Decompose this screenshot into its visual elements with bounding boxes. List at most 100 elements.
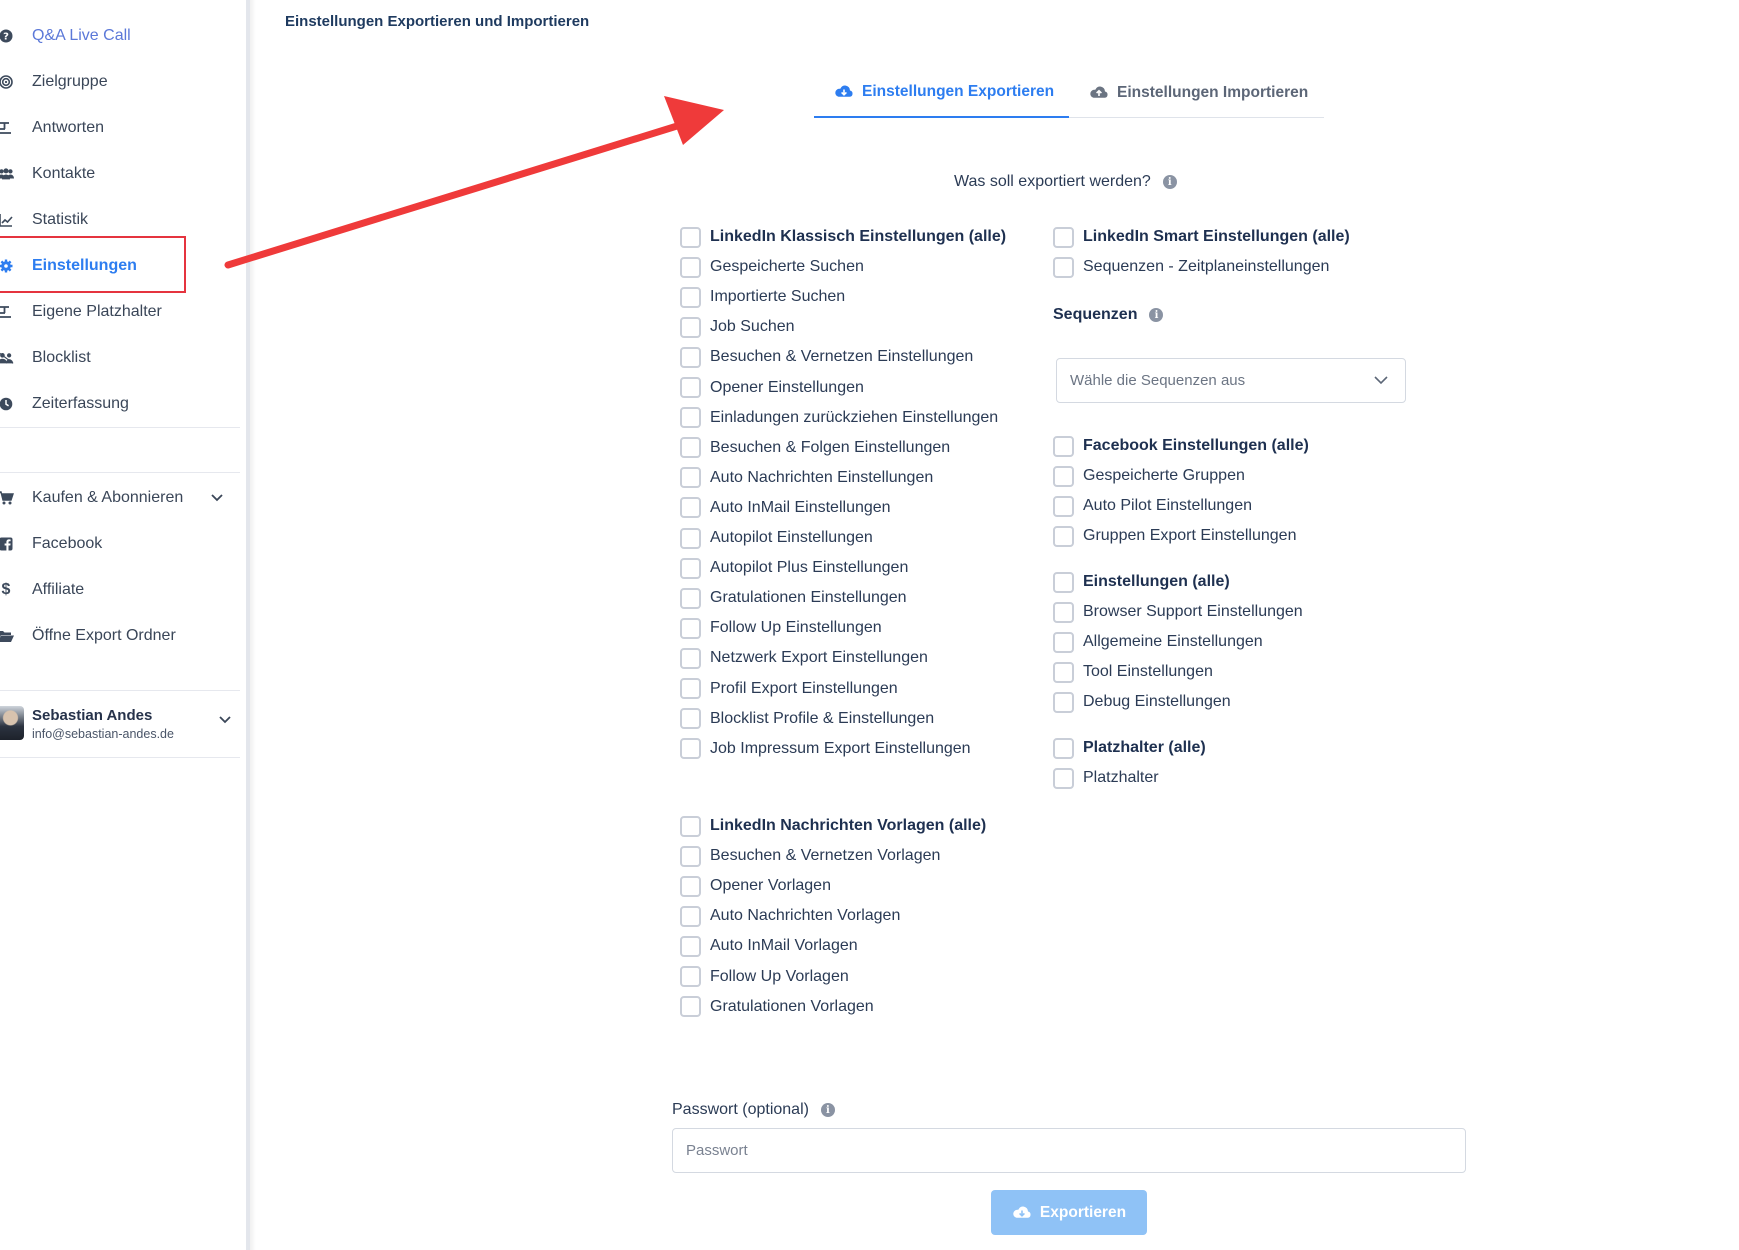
checkbox-row[interactable]: Tool Einstellungen (1053, 659, 1213, 685)
checkbox[interactable] (680, 527, 701, 549)
sidebar-item-label: Facebook (32, 535, 103, 552)
checkbox-row[interactable]: Gratulationen Vorlagen (680, 994, 874, 1020)
checkbox[interactable] (680, 875, 701, 897)
checkbox-row[interactable]: Profil Export Einstellungen (680, 676, 898, 702)
checkbox[interactable] (680, 256, 701, 278)
sidebar-item-zeiterfassung[interactable]: Zeiterfassung (0, 382, 240, 426)
checkbox-row[interactable]: LinkedIn Klassisch Einstellungen (alle) (680, 224, 1006, 250)
checkbox[interactable] (1053, 661, 1074, 683)
chevron-down-icon[interactable] (210, 490, 224, 506)
checkbox-row[interactable]: Facebook Einstellungen (alle) (1053, 433, 1309, 459)
checkbox[interactable] (1053, 571, 1074, 593)
checkbox-row[interactable]: Browser Support Einstellungen (1053, 599, 1303, 625)
info-icon[interactable]: i (1162, 175, 1177, 189)
checkbox[interactable] (680, 815, 701, 837)
checkbox-row[interactable]: Autopilot Einstellungen (680, 525, 873, 551)
checkbox-row[interactable]: Platzhalter (1053, 765, 1159, 791)
sidebar-item-affiliate[interactable]: $ Affiliate (0, 568, 240, 612)
checkbox[interactable] (680, 678, 701, 699)
checkbox[interactable] (680, 966, 701, 987)
checkbox[interactable] (680, 708, 701, 730)
checkbox-row[interactable]: Besuchen & Vernetzen Einstellungen (680, 344, 973, 370)
checkbox-row[interactable]: Besuchen & Vernetzen Vorlagen (680, 843, 940, 869)
sidebar-item-label: Statistik (32, 211, 89, 228)
checkbox-row[interactable]: Einladungen zurückziehen Einstellungen (680, 405, 998, 431)
tab-import[interactable]: Einstellungen Importieren (1069, 68, 1324, 118)
tab-export[interactable]: Einstellungen Exportieren (814, 68, 1069, 118)
sidebar-item-kaufen-abonnieren[interactable]: Kaufen & Abonnieren (0, 476, 240, 520)
checkbox[interactable] (680, 437, 701, 459)
sidebar-item-blocklist[interactable]: Blocklist (0, 336, 240, 380)
export-button[interactable]: Exportieren (991, 1190, 1147, 1235)
checkbox[interactable] (680, 286, 701, 308)
checkbox[interactable] (680, 346, 701, 368)
info-icon[interactable]: i (1149, 308, 1164, 322)
checkbox[interactable] (680, 905, 701, 927)
checkbox[interactable] (1053, 525, 1074, 547)
checkbox-row[interactable]: LinkedIn Nachrichten Vorlagen (alle) (680, 813, 986, 839)
checkbox[interactable] (680, 226, 701, 248)
password-input[interactable] (672, 1128, 1466, 1173)
checkbox[interactable] (1053, 495, 1074, 517)
checkbox-row[interactable]: Gruppen Export Einstellungen (1053, 523, 1296, 549)
checkbox[interactable] (680, 935, 701, 957)
checkbox-row[interactable]: Job Suchen (680, 314, 795, 340)
checkbox[interactable] (1053, 465, 1074, 487)
checkbox[interactable] (680, 407, 701, 429)
checkbox-row[interactable]: Gespeicherte Suchen (680, 254, 864, 280)
checkbox-row[interactable]: Einstellungen (alle) (1053, 569, 1230, 595)
sidebar-item-eigene-platzhalter[interactable]: Eigene Platzhalter (0, 290, 240, 334)
checkbox-row[interactable]: LinkedIn Smart Einstellungen (alle) (1053, 224, 1350, 250)
checkbox[interactable] (680, 647, 701, 669)
chevron-down-icon[interactable] (218, 712, 232, 728)
checkbox[interactable] (1053, 767, 1074, 789)
checkbox[interactable] (680, 467, 701, 489)
checkbox-row[interactable]: Sequenzen - Zeitplaneinstellungen (1053, 254, 1329, 280)
checkbox-row[interactable]: Debug Einstellungen (1053, 689, 1231, 715)
checkbox[interactable] (680, 617, 701, 639)
checkbox[interactable] (680, 738, 701, 760)
checkbox-row[interactable]: Auto InMail Vorlagen (680, 933, 858, 959)
sidebar-item-kontakte[interactable]: Kontakte (0, 152, 240, 196)
checkbox[interactable] (680, 845, 701, 867)
checkbox-row[interactable]: Gespeicherte Gruppen (1053, 463, 1245, 489)
checkbox-row[interactable]: Job Impressum Export Einstellungen (680, 736, 971, 762)
checkbox[interactable] (680, 557, 701, 579)
checkbox-row[interactable]: Auto InMail Einstellungen (680, 495, 891, 521)
info-icon[interactable]: i (820, 1103, 835, 1117)
checkbox-row[interactable]: Auto Nachrichten Einstellungen (680, 465, 933, 491)
checkbox[interactable] (680, 316, 701, 338)
checkbox-row[interactable]: Follow Up Einstellungen (680, 615, 882, 641)
sidebar-item-export-ordner[interactable]: Öffne Export Ordner (0, 614, 240, 658)
checkbox-row[interactable]: Besuchen & Folgen Einstellungen (680, 435, 950, 461)
checkbox[interactable] (1053, 691, 1074, 713)
user-profile[interactable]: Sebastian Andes info@sebastian-andes.de (0, 698, 240, 754)
checkbox-row[interactable]: Platzhalter (alle) (1053, 735, 1206, 761)
sidebar-item-zielgruppe[interactable]: Zielgruppe (0, 60, 240, 104)
checkbox-row[interactable]: Opener Vorlagen (680, 873, 831, 899)
sequences-select[interactable]: Wähle die Sequenzen aus (1056, 358, 1406, 403)
checkbox[interactable] (680, 377, 701, 398)
checkbox[interactable] (680, 587, 701, 609)
sidebar-item-antworten[interactable]: Antworten (0, 106, 240, 150)
checkbox[interactable] (1053, 226, 1074, 248)
checkbox-row[interactable]: Netzwerk Export Einstellungen (680, 645, 928, 671)
checkbox-row[interactable]: Importierte Suchen (680, 284, 845, 310)
checkbox[interactable] (1053, 631, 1074, 653)
checkbox[interactable] (1053, 737, 1074, 759)
checkbox-row[interactable]: Allgemeine Einstellungen (1053, 629, 1263, 655)
sidebar-item-qa-live-call[interactable]: ? Q&A Live Call (0, 14, 240, 58)
checkbox-row[interactable]: Autopilot Plus Einstellungen (680, 555, 908, 581)
checkbox-row[interactable]: Gratulationen Einstellungen (680, 585, 907, 611)
checkbox-row[interactable]: Follow Up Vorlagen (680, 964, 849, 990)
checkbox[interactable] (680, 996, 701, 1018)
checkbox-row[interactable]: Auto Nachrichten Vorlagen (680, 903, 900, 929)
checkbox[interactable] (680, 497, 701, 519)
checkbox[interactable] (1053, 435, 1074, 457)
checkbox[interactable] (1053, 256, 1074, 278)
checkbox-row[interactable]: Opener Einstellungen (680, 375, 864, 401)
checkbox-row[interactable]: Auto Pilot Einstellungen (1053, 493, 1252, 519)
sidebar-item-facebook[interactable]: Facebook (0, 522, 240, 566)
checkbox-row[interactable]: Blocklist Profile & Einstellungen (680, 706, 934, 732)
checkbox[interactable] (1053, 601, 1074, 623)
